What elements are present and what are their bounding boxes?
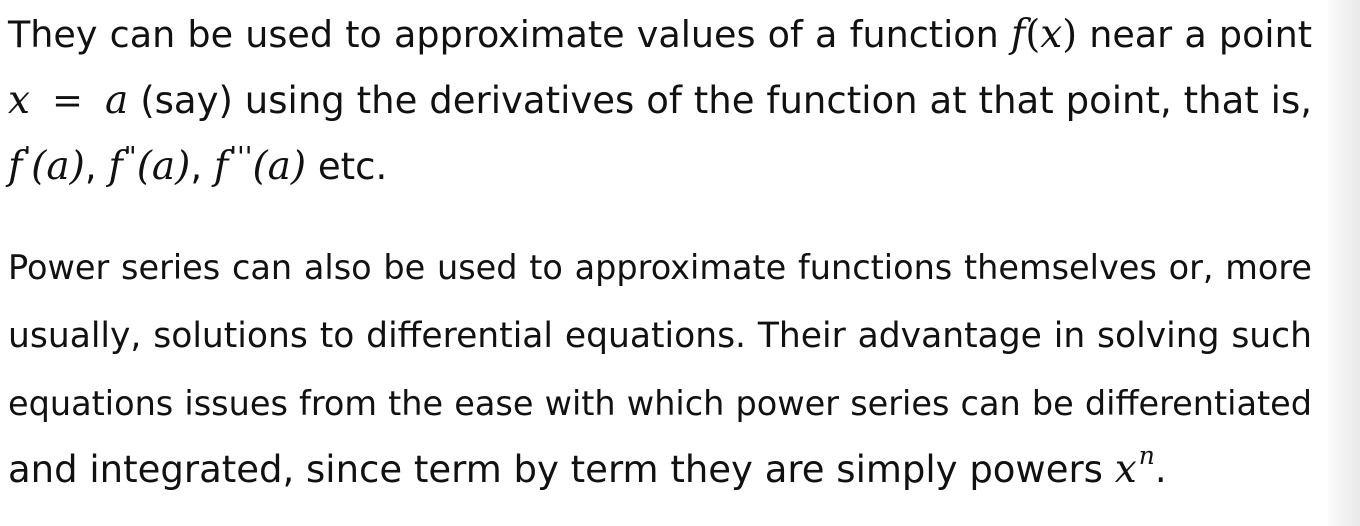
final-period: . <box>1154 448 1167 491</box>
fx-x: x <box>1040 12 1063 57</box>
paragraph2-line4: and integrated, since term by term they … <box>8 441 1167 498</box>
comma-2: , <box>190 145 214 188</box>
paragraph2-line1: Power series can also be used to approxi… <box>8 248 1312 287</box>
fx-f: f <box>1010 12 1026 57</box>
fx-expression: f(x) <box>1010 12 1078 57</box>
comma-1: , <box>84 145 109 188</box>
first-derivative: f'(a) <box>8 140 85 189</box>
arg-3: (a) <box>252 144 307 189</box>
f-symbol-3: f <box>213 144 229 189</box>
x-power-n: xn <box>1114 441 1155 492</box>
x-equals-a: x = a <box>8 78 129 123</box>
paragraph1-line3: f'(a), f"(a), f'''(a) etc. <box>8 139 387 195</box>
slide-page: They can be used to approximate values o… <box>0 0 1360 526</box>
p2-line4-text: and integrated, since term by term they … <box>8 448 1103 491</box>
prime-1: ' <box>23 140 32 173</box>
arg-1: (a) <box>31 144 85 189</box>
prime-3: ''' <box>229 140 253 173</box>
power-exponent: n <box>1138 441 1155 470</box>
p1-line3-tail: etc. <box>317 145 388 188</box>
power-base: x <box>1114 447 1137 492</box>
var-a: a <box>105 78 129 123</box>
var-x: x <box>8 78 30 123</box>
prime-2: " <box>123 140 137 173</box>
second-derivative: f"(a) <box>108 140 191 189</box>
p1-line2-text: (say) using the derivatives of the funct… <box>140 79 1312 122</box>
f-symbol-2: f <box>108 144 123 189</box>
fx-close: ) <box>1062 12 1078 56</box>
third-derivative: f'''(a) <box>213 140 307 189</box>
paragraph1-line2: x = a (say) using the derivatives of the f… <box>8 73 1312 129</box>
equals-sign: = <box>52 79 84 122</box>
paragraph2-line2: usually, solutions to differential equat… <box>8 316 1312 356</box>
paragraph1-line1: They can be used to approximate values o… <box>8 6 1312 62</box>
p1-line1-tail: near a point <box>1089 13 1313 56</box>
paragraph2-line3: equations issues from the ease with whic… <box>8 384 1312 423</box>
fx-open: ( <box>1025 12 1041 56</box>
p1-line1-text: They can be used to approximate values o… <box>8 13 999 56</box>
f-symbol-1: f <box>8 144 23 189</box>
arg-2: (a) <box>136 144 191 189</box>
